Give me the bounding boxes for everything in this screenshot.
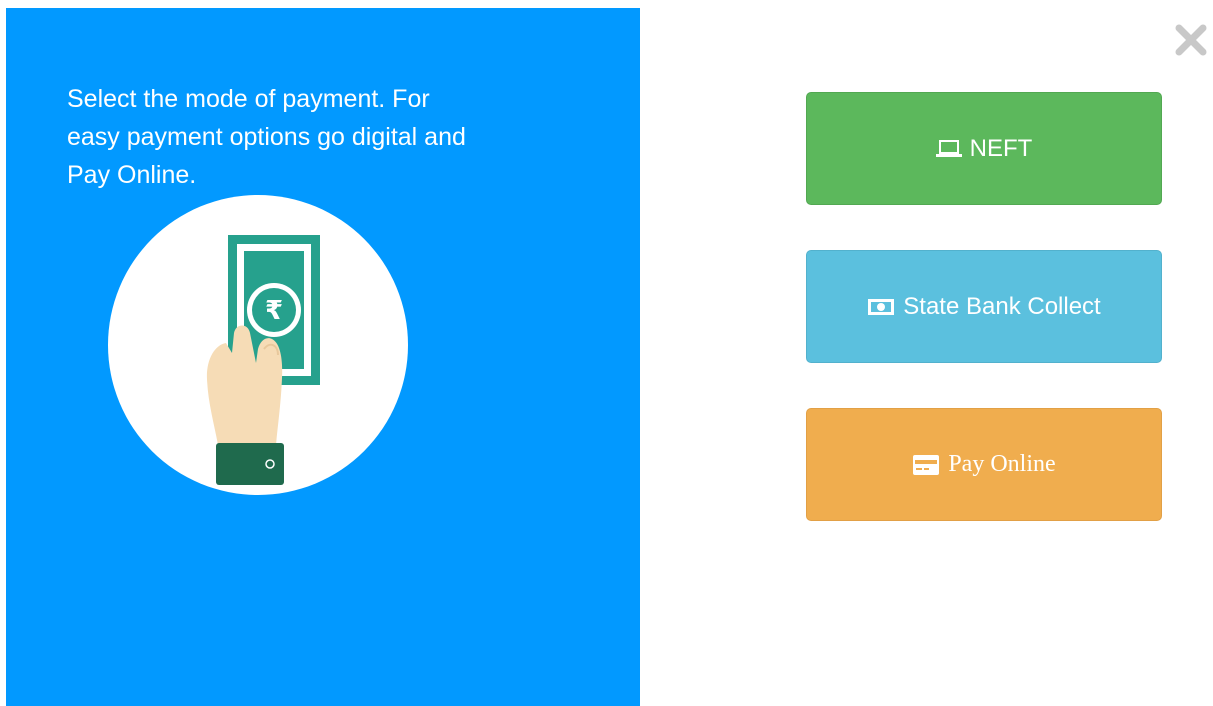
state-bank-collect-label: State Bank Collect <box>903 292 1101 320</box>
info-panel: Select the mode of payment. For easy pay… <box>6 8 640 706</box>
pay-online-label: Pay Online <box>948 451 1056 477</box>
laptop-icon <box>935 139 962 158</box>
sleeve-cuff-icon <box>216 443 284 485</box>
hand-holding-money-illustration: ₹ <box>108 195 408 495</box>
money-icon <box>867 298 895 316</box>
close-button[interactable] <box>1173 22 1209 58</box>
state-bank-collect-button[interactable]: State Bank Collect <box>806 250 1162 363</box>
pay-online-button[interactable]: Pay Online <box>806 408 1162 521</box>
credit-card-icon <box>912 454 940 476</box>
neft-label: NEFT <box>969 134 1033 162</box>
payment-mode-prompt: Select the mode of payment. For easy pay… <box>67 85 466 189</box>
neft-button[interactable]: NEFT <box>806 92 1162 205</box>
payment-mode-modal: Select the mode of payment. For easy pay… <box>0 0 1213 706</box>
svg-text:₹: ₹ <box>265 296 283 326</box>
close-icon <box>1175 24 1207 56</box>
